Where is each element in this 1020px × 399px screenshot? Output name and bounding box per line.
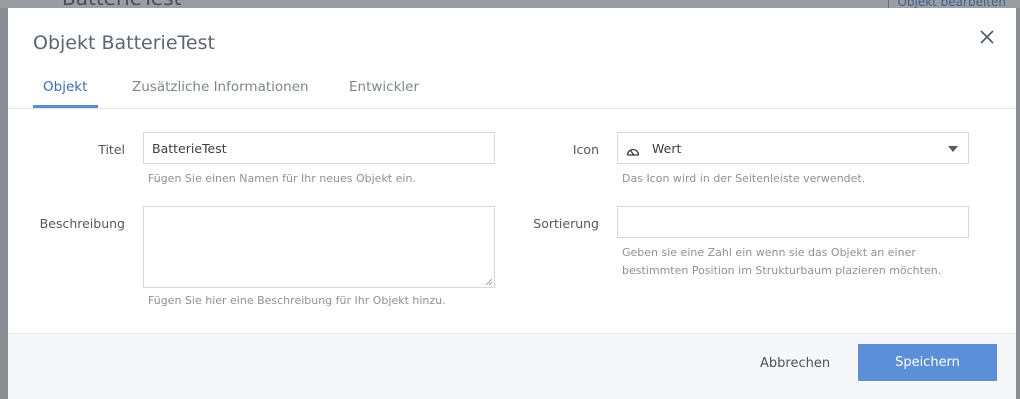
- sort-label: Sortierung: [533, 216, 599, 231]
- dialog-title: Objekt BatterieTest: [33, 32, 215, 54]
- icon-help-text: Das Icon wird in der Seitenleiste verwen…: [622, 172, 866, 185]
- title-input[interactable]: [143, 132, 495, 164]
- background-divider: [888, 0, 889, 8]
- save-button[interactable]: Speichern: [858, 344, 997, 381]
- cancel-button[interactable]: Abbrechen: [760, 356, 830, 371]
- tab-developer[interactable]: Entwickler: [349, 79, 419, 95]
- dialog-footer: Abbrechen Speichern: [8, 333, 1016, 399]
- tab-additional-info[interactable]: Zusätzliche Informationen: [132, 79, 309, 95]
- gauge-icon: [626, 142, 640, 161]
- page-backdrop: BatterieTest Objekt bearbeiten: [0, 0, 1020, 10]
- resize-handle-icon[interactable]: [485, 278, 493, 286]
- chevron-down-icon: [948, 146, 958, 152]
- description-textarea[interactable]: [143, 206, 495, 288]
- sort-input[interactable]: [617, 206, 969, 238]
- description-label: Beschreibung: [39, 216, 125, 231]
- icon-select-value: Wert: [652, 141, 682, 156]
- object-dialog: Objekt BatterieTest Objekt Zusätzliche I…: [8, 8, 1016, 399]
- tab-objekt[interactable]: Objekt: [43, 79, 87, 95]
- icon-label: Icon: [572, 142, 599, 157]
- title-label: Titel: [98, 142, 125, 157]
- title-help-text: Fügen Sie einen Namen für Ihr neues Obje…: [148, 172, 416, 185]
- close-icon[interactable]: [978, 28, 996, 46]
- description-help-text: Fügen Sie hier eine Beschreibung für Ihr…: [148, 294, 446, 307]
- sort-help-text: Geben sie eine Zahl ein wenn sie das Obj…: [622, 246, 942, 277]
- icon-select[interactable]: Wert: [617, 132, 969, 164]
- active-tab-indicator: [33, 105, 98, 108]
- dialog-tabs: Objekt Zusätzliche Informationen Entwick…: [8, 68, 1016, 109]
